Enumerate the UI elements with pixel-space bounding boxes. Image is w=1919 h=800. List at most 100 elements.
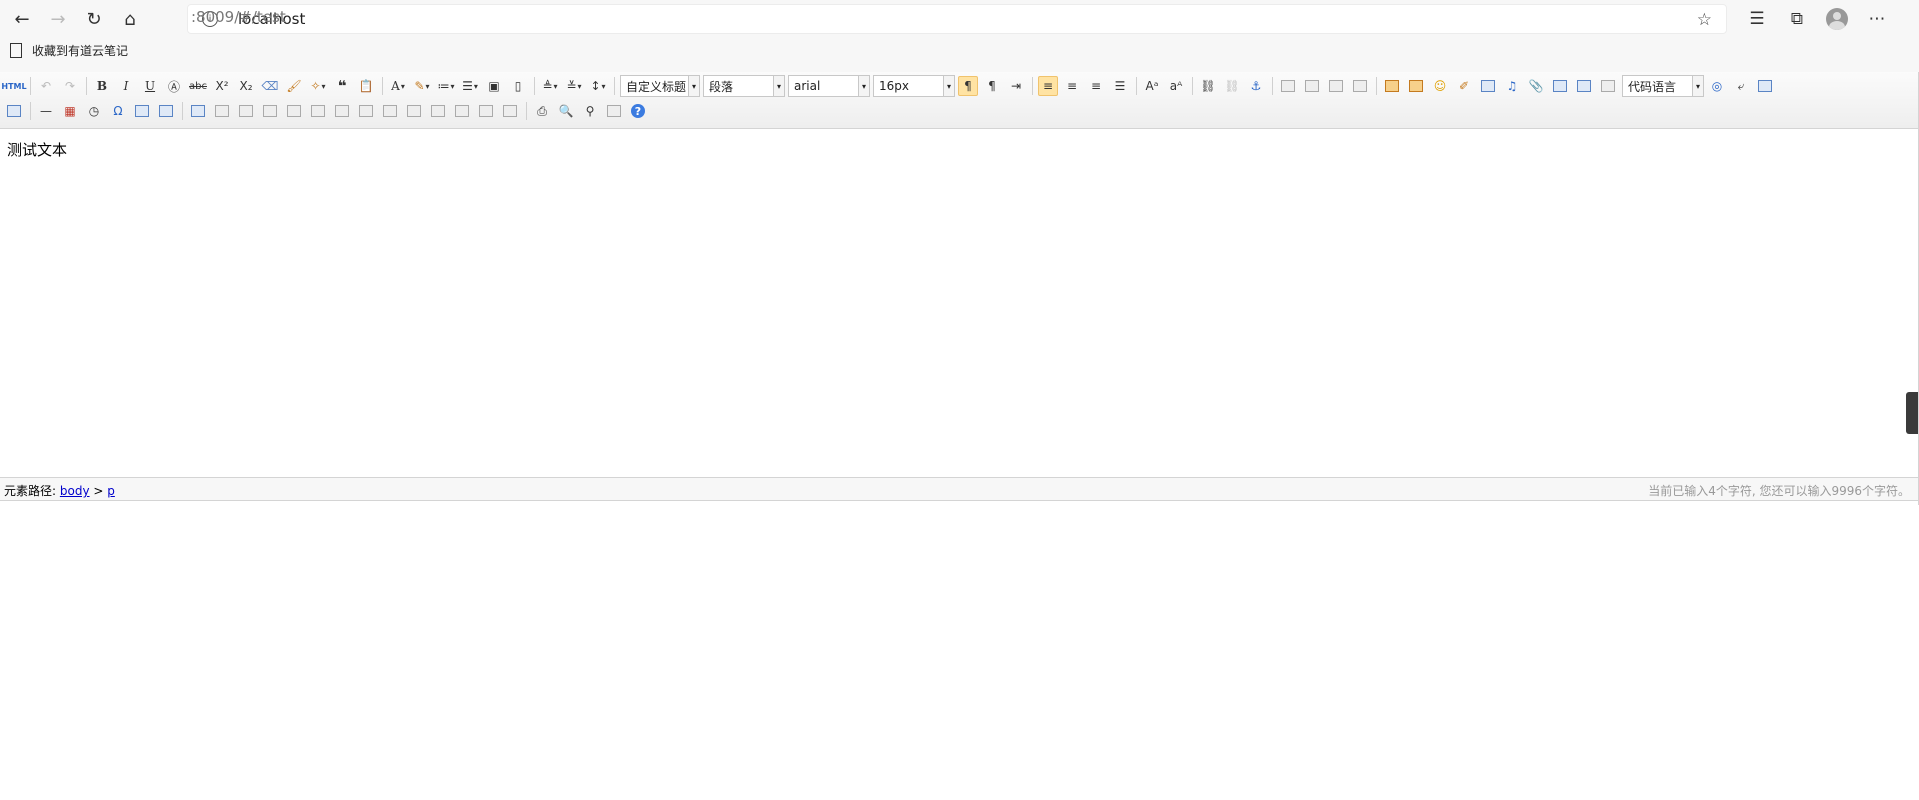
bookmark-item[interactable]: 收藏到有道云笔记	[10, 42, 128, 59]
insert-paragraph-before-table-icon[interactable]	[236, 101, 256, 121]
drafts-icon[interactable]	[604, 101, 624, 121]
insert-frame-icon[interactable]	[1598, 76, 1618, 96]
split-to-rows-icon[interactable]	[452, 101, 472, 121]
delete-row-icon[interactable]	[284, 101, 304, 121]
direction-rtl-icon[interactable]: ¶	[982, 76, 1002, 96]
time-icon[interactable]: ◷	[84, 101, 104, 121]
format-painter-icon[interactable]: 🖌	[284, 76, 304, 96]
word-image-icon[interactable]	[156, 101, 176, 121]
back-icon[interactable]: ←	[8, 6, 36, 32]
source-html-button[interactable]: HTML	[1, 76, 26, 96]
chart-icon[interactable]	[500, 101, 520, 121]
delete-table-icon[interactable]	[212, 101, 232, 121]
preview-icon[interactable]: 🔍	[556, 101, 576, 121]
to-lowercase-icon[interactable]: aᴬ	[1166, 76, 1186, 96]
template-icon[interactable]	[1755, 76, 1775, 96]
remove-format-icon[interactable]: ⌫	[260, 76, 280, 96]
paste-plain-icon[interactable]: 📋	[356, 76, 376, 96]
paragraph-select[interactable]: 段落 ▾	[703, 75, 785, 97]
undo-icon[interactable]: ↶	[36, 76, 56, 96]
font-color-icon[interactable]: A	[388, 76, 408, 96]
direction-ltr-icon[interactable]: ¶	[958, 76, 978, 96]
bold-button[interactable]: B	[92, 76, 112, 96]
address-bar[interactable]: i localhost:8009/#/test ☆	[187, 4, 1727, 34]
element-path-body-link[interactable]: body	[60, 484, 90, 498]
content-paragraph[interactable]: 测试文本	[7, 139, 67, 160]
insert-col-icon[interactable]	[308, 101, 328, 121]
font-border-icon[interactable]: Ⓐ	[164, 76, 184, 96]
image-right-icon[interactable]	[1326, 76, 1346, 96]
auto-typeset-icon[interactable]: ✧	[308, 76, 328, 96]
background-icon[interactable]	[4, 101, 24, 121]
more-menu-icon[interactable]: ⋯	[1857, 9, 1897, 29]
profile-avatar[interactable]	[1826, 8, 1848, 30]
editor-content-area[interactable]: 测试文本	[0, 129, 1918, 469]
subscript-button[interactable]: X₂	[236, 76, 256, 96]
insert-row-icon[interactable]	[260, 101, 280, 121]
favorite-star-icon[interactable]: ☆	[1697, 10, 1712, 30]
favorites-list-icon[interactable]: ☰	[1737, 9, 1777, 29]
font-family-select[interactable]: arial ▾	[788, 75, 870, 97]
collections-icon[interactable]: ⧉	[1777, 9, 1817, 29]
background-color-icon[interactable]: ✎	[412, 76, 432, 96]
merge-right-icon[interactable]	[380, 101, 400, 121]
font-size-select[interactable]: 16px ▾	[873, 75, 955, 97]
merge-cells-icon[interactable]	[356, 101, 376, 121]
scrawl-icon[interactable]: ✐	[1454, 76, 1474, 96]
blockquote-icon[interactable]: ❝	[332, 76, 352, 96]
page-break-icon[interactable]: ⤶	[1731, 76, 1751, 96]
insert-video-icon[interactable]	[1478, 76, 1498, 96]
clear-doc-icon[interactable]: ▯	[508, 76, 528, 96]
attachment-icon[interactable]: 📎	[1526, 76, 1546, 96]
date-icon[interactable]: ▦	[60, 101, 80, 121]
emotion-icon[interactable]: ☺	[1430, 76, 1450, 96]
row-spacing-bottom-icon[interactable]: ≚	[564, 76, 584, 96]
help-icon[interactable]: ?	[628, 101, 648, 121]
music-icon[interactable]: ♫	[1502, 76, 1522, 96]
special-chars-icon[interactable]: Ω	[108, 101, 128, 121]
justify-right-icon[interactable]: ≡	[1086, 76, 1106, 96]
underline-button[interactable]: U	[140, 76, 160, 96]
image-left-icon[interactable]	[1302, 76, 1322, 96]
horizontal-rule-icon[interactable]: —	[36, 101, 56, 121]
insert-image-icon[interactable]	[1406, 76, 1426, 96]
code-language-select[interactable]: 代码语言 ▾	[1622, 75, 1704, 97]
split-to-cells-icon[interactable]	[428, 101, 448, 121]
image-none-icon[interactable]	[1278, 76, 1298, 96]
ordered-list-icon[interactable]: ≔	[436, 76, 456, 96]
redo-icon[interactable]: ↷	[60, 76, 80, 96]
web-app-icon[interactable]: ◎	[1707, 76, 1727, 96]
superscript-button[interactable]: X²	[212, 76, 232, 96]
snapscreen-icon[interactable]	[132, 101, 152, 121]
search-replace-icon[interactable]: ⚲	[580, 101, 600, 121]
justify-left-icon[interactable]: ≡	[1038, 76, 1058, 96]
refresh-icon[interactable]: ↻	[80, 6, 108, 32]
link-icon[interactable]: ⛓	[1198, 76, 1218, 96]
split-to-cols-icon[interactable]	[476, 101, 496, 121]
select-all-icon[interactable]: ▣	[484, 76, 504, 96]
image-center-icon[interactable]	[1350, 76, 1370, 96]
simple-upload-icon[interactable]	[1382, 76, 1402, 96]
map-icon[interactable]	[1550, 76, 1570, 96]
unlink-icon[interactable]: ⛓	[1222, 76, 1242, 96]
home-icon[interactable]: ⌂	[116, 6, 144, 32]
gmap-icon[interactable]	[1574, 76, 1594, 96]
insert-table-icon[interactable]	[188, 101, 208, 121]
italic-button[interactable]: I	[116, 76, 136, 96]
strikethrough-button[interactable]: abc	[188, 76, 208, 96]
custom-heading-select[interactable]: 自定义标题 ▾	[620, 75, 700, 97]
side-panel-handle[interactable]	[1906, 392, 1918, 434]
merge-down-icon[interactable]	[404, 101, 424, 121]
justify-full-icon[interactable]: ☰	[1110, 76, 1130, 96]
forward-icon[interactable]: →	[44, 6, 72, 32]
to-uppercase-icon[interactable]: Aᵃ	[1142, 76, 1162, 96]
print-icon[interactable]: ⎙	[532, 101, 552, 121]
row-spacing-top-icon[interactable]: ≜	[540, 76, 560, 96]
justify-center-icon[interactable]: ≡	[1062, 76, 1082, 96]
line-height-icon[interactable]: ↕	[588, 76, 608, 96]
indent-icon[interactable]: ⇥	[1006, 76, 1026, 96]
delete-col-icon[interactable]	[332, 101, 352, 121]
element-path-p-link[interactable]: p	[107, 484, 115, 498]
anchor-icon[interactable]: ⚓	[1246, 76, 1266, 96]
unordered-list-icon[interactable]: ☰	[460, 76, 480, 96]
